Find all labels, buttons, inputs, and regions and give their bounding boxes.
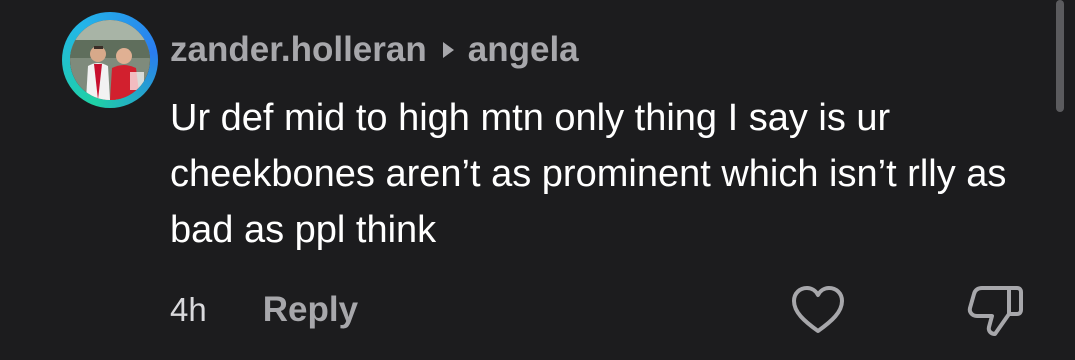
comment-header: zander.holleran angela <box>170 28 579 72</box>
reply-button[interactable]: Reply <box>263 290 358 330</box>
play-arrow-icon <box>442 42 454 58</box>
heart-outline-icon[interactable] <box>790 284 846 336</box>
avatar-image <box>70 20 150 100</box>
scrollbar[interactable] <box>1056 0 1064 112</box>
comment-footer: 4h Reply <box>170 286 358 334</box>
avatar[interactable] <box>70 20 150 100</box>
username[interactable]: zander.holleran <box>170 30 427 70</box>
story-ring[interactable] <box>62 12 158 108</box>
reply-to-username[interactable]: angela <box>468 30 579 70</box>
thumbs-down-outline-icon[interactable] <box>965 282 1025 338</box>
timestamp: 4h <box>170 291 207 328</box>
comment-item: zander.holleran angela Ur def mid to hig… <box>0 0 1075 360</box>
comment-text: Ur def mid to high mtn only thing I say … <box>170 97 1007 251</box>
